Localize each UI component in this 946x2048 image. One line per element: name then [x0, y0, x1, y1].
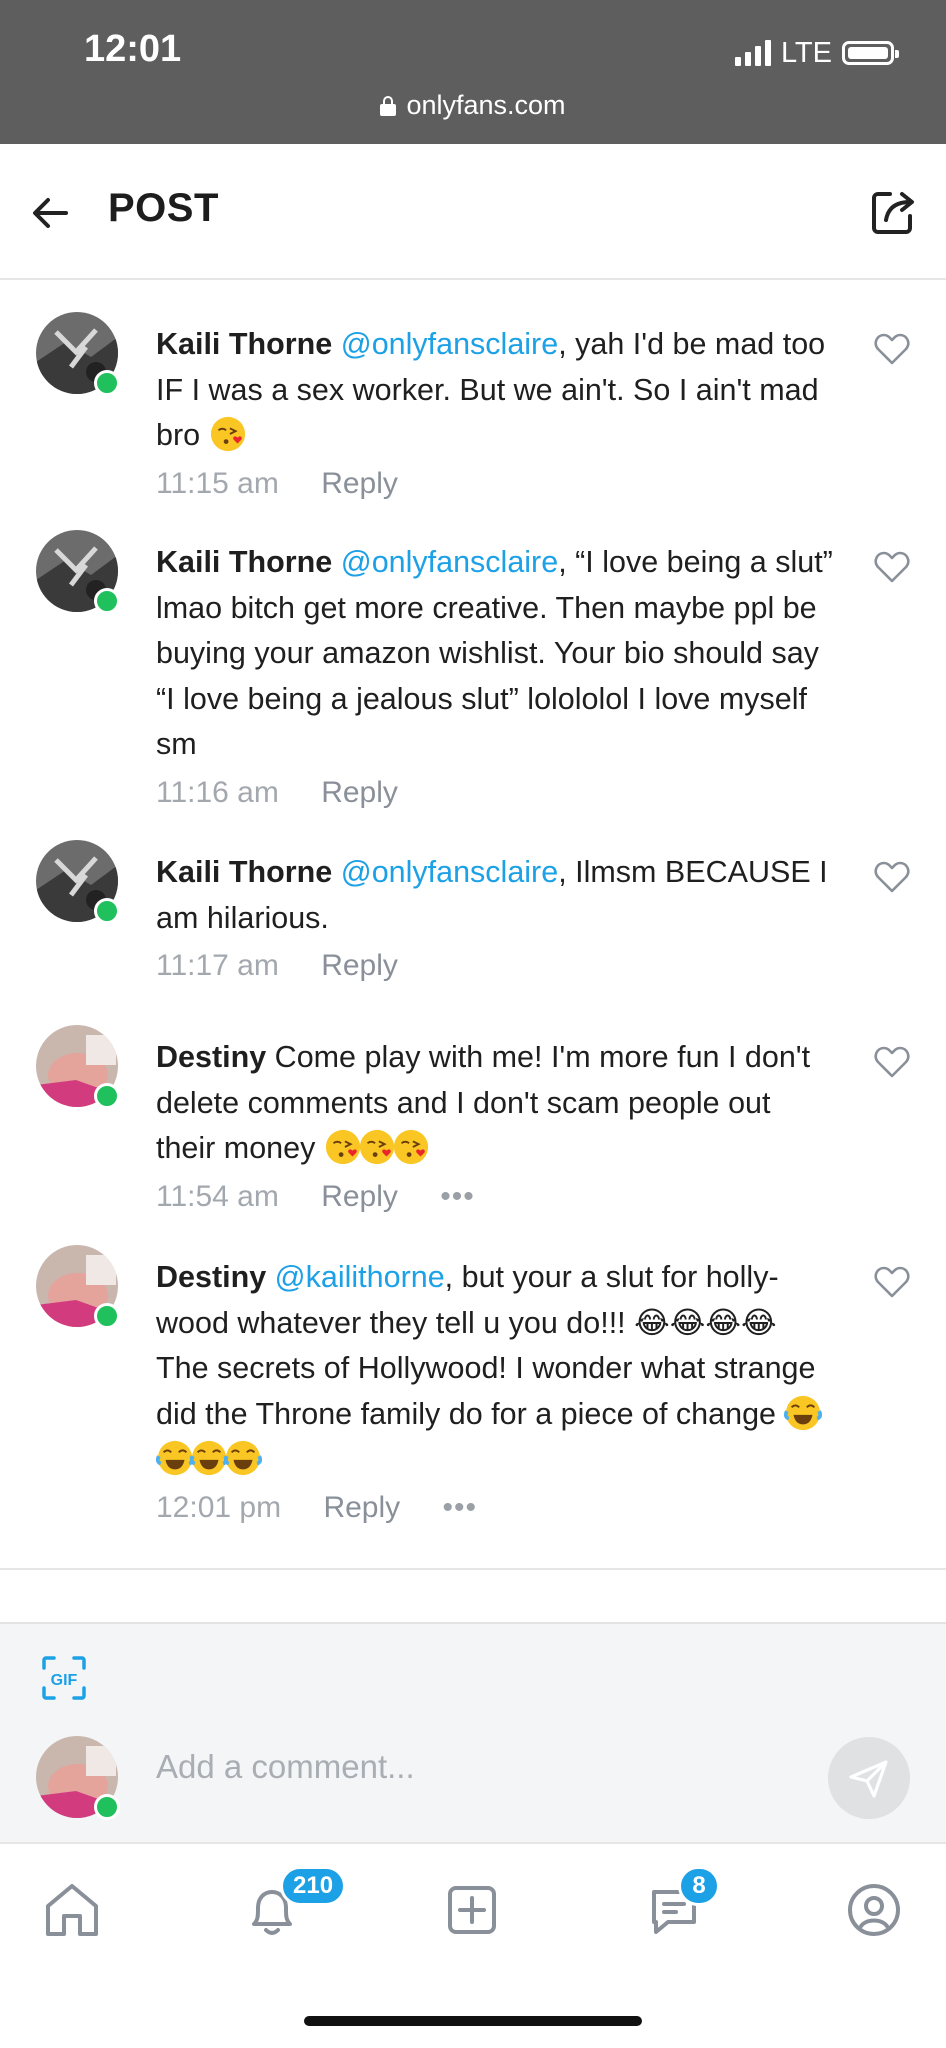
comment-author[interactable]: Kaili Thorne	[156, 855, 332, 889]
reply-button[interactable]: Reply	[321, 1180, 398, 1213]
url-bar[interactable]: onlyfans.com	[0, 90, 946, 121]
online-indicator	[94, 588, 120, 614]
comment-author[interactable]: Destiny	[156, 1260, 266, 1294]
comment-mention[interactable]: @kailithorne	[275, 1260, 445, 1294]
network-type: LTE	[780, 36, 832, 69]
reply-button[interactable]: Reply	[321, 776, 398, 809]
messages-badge: 8	[678, 1866, 720, 1906]
comment-author[interactable]: Destiny	[156, 1040, 266, 1074]
reply-button[interactable]: Reply	[321, 467, 398, 500]
comment-meta: 12:01 pm Reply •••	[156, 1485, 836, 1531]
gif-label: GIF	[51, 1672, 78, 1689]
comment-meta: 11:54 am Reply •••	[156, 1174, 836, 1220]
online-indicator	[94, 370, 120, 396]
comment-body: Kaili Thorne @onlyfansclaire, yah I'd be…	[156, 322, 836, 506]
online-indicator	[94, 1794, 120, 1820]
avatar[interactable]	[36, 840, 120, 924]
comment-time: 12:01 pm	[156, 1490, 282, 1524]
comment-author[interactable]: Kaili Thorne	[156, 327, 332, 361]
messages-tab[interactable]: 8	[642, 1866, 720, 1942]
battery-icon	[842, 41, 899, 65]
comment-input[interactable]	[156, 1748, 756, 1786]
comment-composer: GIF	[0, 1622, 946, 1842]
online-indicator	[94, 898, 120, 924]
comment-meta: 11:17 am Reply	[156, 943, 836, 989]
post-header: POST	[0, 144, 946, 280]
kissing-heart-emoji-icon	[210, 416, 245, 452]
status-bar: 12:01 LTE onlyfans.com	[0, 0, 946, 144]
page-title: POST	[108, 186, 219, 230]
comment-meta: 11:15 am Reply	[156, 461, 836, 507]
like-heart-icon[interactable]	[874, 332, 910, 366]
divider	[0, 1568, 946, 1570]
kissing-heart-emoji-icon	[393, 1129, 428, 1165]
profile-icon[interactable]	[842, 1878, 906, 1942]
joy-emoji-icon	[784, 1395, 823, 1430]
comment-body: Destiny Come play with me! I'm more fun …	[156, 1035, 836, 1219]
kissing-heart-emoji-icon	[325, 1129, 360, 1165]
lock-icon	[380, 95, 397, 116]
avatar[interactable]	[36, 1025, 120, 1109]
online-indicator	[94, 1303, 120, 1329]
status-indicators: LTE	[734, 34, 899, 72]
status-time: 12:01	[84, 28, 182, 70]
like-heart-icon[interactable]	[874, 1045, 910, 1079]
comment-time: 11:17 am	[156, 949, 279, 982]
avatar[interactable]	[36, 1245, 120, 1329]
joy-emoji-icon	[156, 1440, 194, 1476]
comment-time: 11:54 am	[156, 1179, 279, 1213]
bottom-tab-bar: 210 8	[0, 1842, 946, 1972]
send-button[interactable]	[828, 1737, 910, 1819]
more-options-icon[interactable]: •••	[442, 1491, 477, 1524]
notifications-tab[interactable]: 210	[240, 1866, 347, 1942]
comment-time: 11:15 am	[156, 466, 279, 500]
comment-meta: 11:16 am Reply	[156, 770, 836, 816]
avatar[interactable]	[36, 530, 120, 614]
avatar[interactable]	[36, 312, 120, 396]
url-text: onlyfans.com	[406, 90, 566, 120]
share-icon[interactable]	[866, 184, 920, 238]
my-avatar[interactable]	[36, 1736, 120, 1820]
signal-icon	[734, 40, 771, 66]
home-indicator	[304, 2016, 642, 2026]
comment-mention[interactable]: @onlyfansclaire	[341, 545, 558, 579]
online-indicator	[94, 1083, 120, 1109]
kissing-heart-emoji-icon	[359, 1129, 394, 1165]
gif-icon[interactable]: GIF	[40, 1654, 88, 1702]
reply-button[interactable]: Reply	[323, 1491, 400, 1524]
comment-body: Kaili Thorne @onlyfansclaire, “I love be…	[156, 540, 836, 815]
joy-emoji-icon	[224, 1440, 262, 1476]
send-icon	[849, 1760, 888, 1798]
joy-emoji-icon	[190, 1440, 228, 1476]
add-post-icon[interactable]	[440, 1878, 504, 1942]
home-icon[interactable]	[40, 1878, 104, 1942]
comment-author[interactable]: Kaili Thorne	[156, 545, 332, 579]
comment-mention[interactable]: @onlyfansclaire	[341, 327, 558, 361]
reply-button[interactable]: Reply	[321, 949, 398, 982]
like-heart-icon[interactable]	[874, 1265, 910, 1299]
more-options-icon[interactable]: •••	[440, 1180, 475, 1213]
like-heart-icon[interactable]	[874, 550, 910, 584]
comment-body: Destiny @kailithorne, but your a slut fo…	[156, 1255, 836, 1530]
comment-mention[interactable]: @onlyfansclaire	[341, 855, 558, 889]
comment-time: 11:16 am	[156, 775, 279, 809]
like-heart-icon[interactable]	[874, 860, 910, 894]
back-arrow-icon[interactable]	[26, 188, 76, 238]
notifications-badge: 210	[280, 1866, 347, 1906]
comment-body: Kaili Thorne @onlyfansclaire, Ilmsm BECA…	[156, 850, 836, 989]
